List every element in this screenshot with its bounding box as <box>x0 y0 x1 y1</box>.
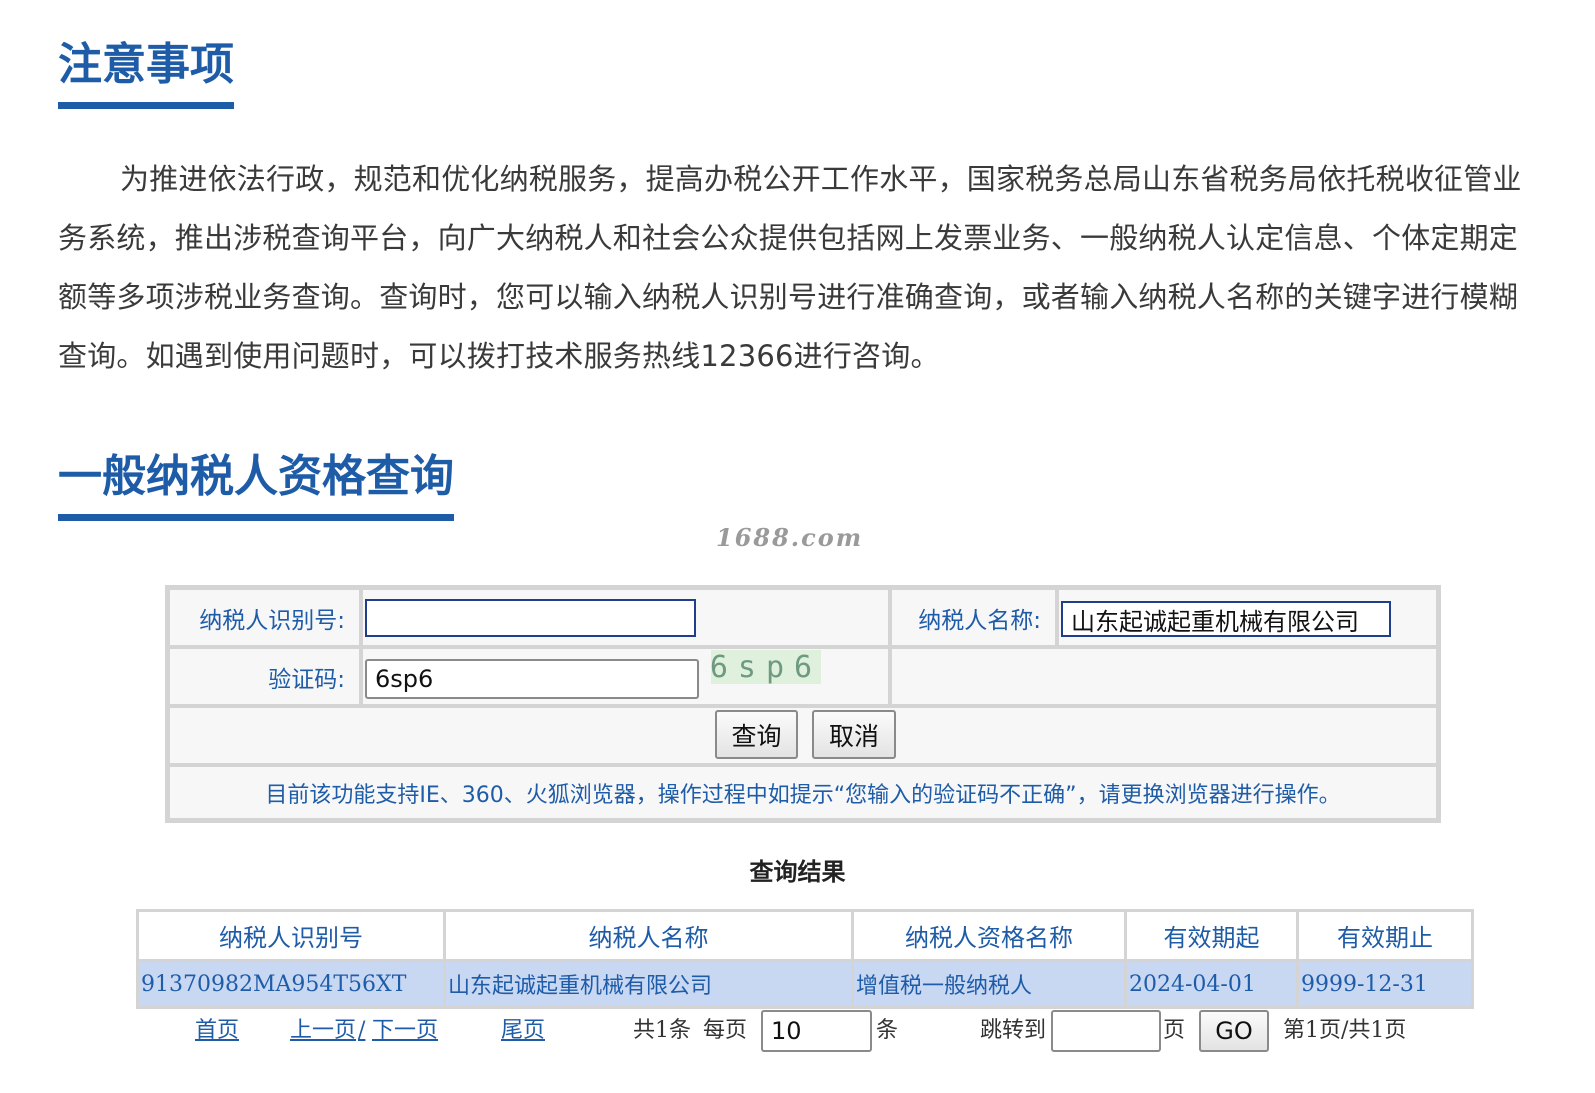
column-header: 纳税人资格名称 <box>851 909 1127 962</box>
query-heading-text: 一般纳税人资格查询 <box>58 451 454 502</box>
browser-tip: 目前该功能支持IE、360、火狐浏览器，操作过程中如提示“您输入的验证码不正确”… <box>168 765 1438 820</box>
cell-valid-from: 2024-04-01 <box>1124 959 1299 1009</box>
query-heading-underline <box>58 514 454 521</box>
page-info: 第1页/共1页 <box>1283 1018 1407 1043</box>
captcha-input[interactable]: 6sp6 <box>365 659 699 699</box>
jump-unit: 页 <box>1163 1018 1186 1043</box>
notice-heading-text: 注意事项 <box>58 39 234 90</box>
taxpayer-id-input[interactable] <box>365 599 696 637</box>
query-form: 纳税人识别号: 纳税人名称: 山东起诚起重机械有限公司 验证码: 6sp6 6s… <box>165 585 1441 823</box>
taxpayer-name-input[interactable]: 山东起诚起重机械有限公司 <box>1061 601 1391 637</box>
go-button[interactable]: GO <box>1199 1010 1269 1052</box>
notice-body: 为推进依法行政，规范和优化纳税服务，提高办税公开工作水平，国家税务总局山东省税务… <box>58 162 1522 373</box>
next-page-link[interactable]: 下一页 <box>372 1014 438 1048</box>
results-table: 纳税人识别号 纳税人名称 纳税人资格名称 有效期起 有效期止 91370982M… <box>136 909 1474 1009</box>
cell-valid-to: 9999-12-31 <box>1296 959 1474 1009</box>
cell-qualification: 增值税一般纳税人 <box>851 959 1127 1009</box>
total-count: 共1条 <box>633 1018 691 1043</box>
column-header: 纳税人名称 <box>443 909 854 962</box>
taxpayer-id-cell <box>361 588 890 647</box>
cancel-button[interactable]: 取消 <box>812 710 896 759</box>
cell-taxpayer-name: 山东起诚起重机械有限公司 <box>443 959 854 1009</box>
last-page-link[interactable]: 尾页 <box>501 1014 545 1048</box>
captcha-image[interactable]: 6sp6 <box>710 650 821 685</box>
taxpayer-id-label: 纳税人识别号: <box>168 588 361 647</box>
prev-page-link[interactable]: 上一页 <box>290 1014 356 1048</box>
results-header-row: 纳税人识别号 纳税人名称 纳税人资格名称 有效期起 有效期止 <box>136 909 1474 962</box>
per-page-input[interactable]: 10 <box>761 1010 872 1052</box>
page-link-separator: / <box>358 1018 366 1043</box>
query-heading: 一般纳税人资格查询 <box>58 452 454 521</box>
cell-taxpayer-id: 91370982MA954T56XT <box>136 959 446 1009</box>
notice-heading-underline <box>58 102 234 109</box>
jump-page-input[interactable] <box>1051 1010 1161 1052</box>
results-title: 查询结果 <box>749 857 846 886</box>
column-header: 有效期止 <box>1296 909 1474 962</box>
column-header: 有效期起 <box>1124 909 1299 962</box>
watermark: 1688.com <box>716 523 864 552</box>
captcha-label: 验证码: <box>168 647 361 706</box>
per-page-label: 每页 <box>703 1018 748 1043</box>
column-header: 纳税人识别号 <box>136 909 446 962</box>
jump-label: 跳转到 <box>980 1018 1047 1043</box>
taxpayer-name-label: 纳税人名称: <box>890 588 1057 647</box>
notice-heading: 注意事项 <box>58 40 234 109</box>
button-row <box>168 706 1438 765</box>
per-page-unit: 条 <box>876 1018 899 1043</box>
search-button[interactable]: 查询 <box>715 710 798 759</box>
taxpayer-name-cell: 山东起诚起重机械有限公司 <box>1057 588 1438 647</box>
first-page-link[interactable]: 首页 <box>195 1014 239 1048</box>
empty-cell <box>890 647 1438 706</box>
table-row[interactable]: 91370982MA954T56XT 山东起诚起重机械有限公司 增值税一般纳税人… <box>136 959 1474 1009</box>
